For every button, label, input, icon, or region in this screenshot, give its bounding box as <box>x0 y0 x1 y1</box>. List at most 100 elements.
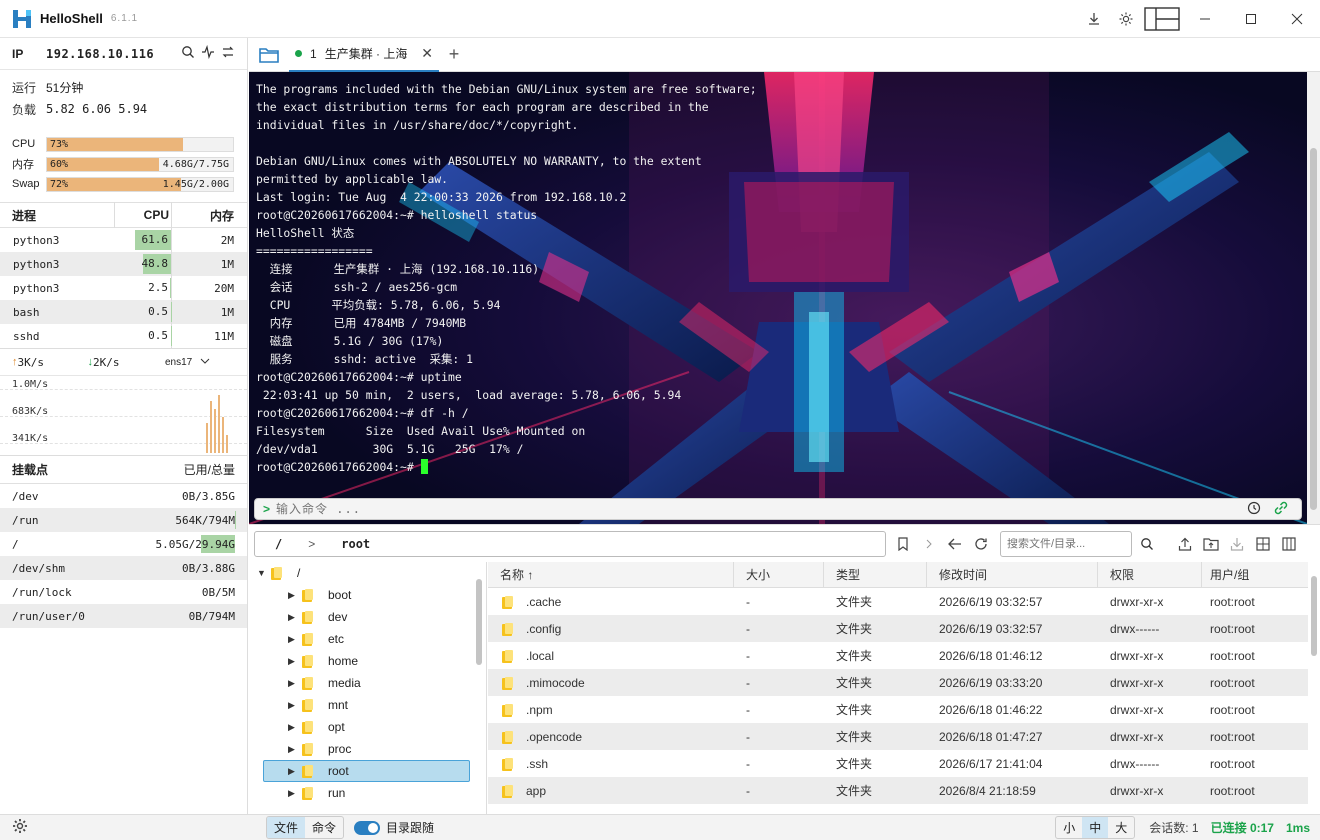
proc-col-mem[interactable]: 内存 <box>172 207 236 224</box>
breadcrumb-current[interactable]: root <box>341 537 370 551</box>
close-window-icon[interactable] <box>1274 0 1320 38</box>
process-row[interactable]: python3 48.8 1M <box>0 252 247 276</box>
col-header-mtime[interactable]: 修改时间 <box>927 562 1098 587</box>
settings-gear-icon[interactable] <box>12 818 28 837</box>
back-arrow-icon[interactable] <box>942 538 968 550</box>
col-header-perm[interactable]: 权限 <box>1098 562 1202 587</box>
dir-follow-toggle[interactable] <box>354 820 381 835</box>
col-header-name[interactable]: 名称 ↑ <box>488 562 734 587</box>
chevron-right-icon[interactable] <box>916 538 942 550</box>
download-icon[interactable] <box>1078 0 1110 38</box>
proc-col-name[interactable]: 进程 <box>0 207 114 224</box>
col-header-size[interactable]: 大小 <box>734 562 824 587</box>
file-row[interactable]: .npm - 文件夹 2026/6/18 01:46:22 drwxr-xr-x… <box>488 696 1308 723</box>
mount-row[interactable]: /dev/shm 0B/3.88G <box>0 556 247 580</box>
tree-item-home[interactable]: ▶ home <box>249 650 486 672</box>
tree-item-proc[interactable]: ▶ proc <box>249 738 486 760</box>
terminal-scrollbar[interactable] <box>1307 72 1320 524</box>
file-row[interactable]: .mimocode - 文件夹 2026/6/19 03:33:20 drwxr… <box>488 669 1308 696</box>
mount-row[interactable]: /dev 0B/3.85G <box>0 484 247 508</box>
process-row[interactable]: python3 61.6 2M <box>0 228 247 252</box>
columns-view-icon[interactable] <box>1276 536 1302 551</box>
tab-session-1[interactable]: 1 生产集群 · 上海 ✕ <box>289 38 439 72</box>
net-scale-mid: 683K/s <box>12 406 49 417</box>
tree-item-root[interactable]: ▶ root <box>263 760 470 782</box>
tree-item-etc[interactable]: ▶ etc <box>249 628 486 650</box>
net-iface[interactable]: ens17 <box>165 357 192 368</box>
tree-item-dev[interactable]: ▶ dev <box>249 606 486 628</box>
mount-row[interactable]: /run 564K/794M <box>0 508 247 532</box>
chevron-down-icon[interactable] <box>200 356 210 368</box>
expand-right-icon[interactable]: ▶ <box>288 590 302 601</box>
command-input[interactable] <box>276 502 1177 516</box>
tab-command-panel[interactable]: 命令 <box>305 817 343 838</box>
refresh-icon[interactable] <box>968 537 994 551</box>
tree-item-media[interactable]: ▶ media <box>249 672 486 694</box>
proc-col-cpu[interactable]: CPU <box>114 202 172 228</box>
history-icon[interactable] <box>1247 501 1261 518</box>
tree-item-opt[interactable]: ▶ opt <box>249 716 486 738</box>
terminal-line: permitted by applicable law. <box>256 172 449 186</box>
folder-icon <box>502 676 514 690</box>
expand-right-icon[interactable]: ▶ <box>288 788 302 799</box>
tab-file-panel[interactable]: 文件 <box>267 817 306 838</box>
bookmark-icon[interactable] <box>890 536 916 551</box>
close-tab-icon[interactable]: ✕ <box>421 45 433 62</box>
ip-value[interactable]: 192.168.10.116 <box>46 47 154 61</box>
expand-right-icon[interactable]: ▶ <box>288 678 302 689</box>
uptime-row: 运行 51分钟 <box>0 76 247 98</box>
download-icon[interactable] <box>1224 537 1250 551</box>
expand-right-icon[interactable]: ▶ <box>288 722 302 733</box>
maximize-icon[interactable] <box>1228 0 1274 38</box>
tree-item-mnt[interactable]: ▶ mnt <box>249 694 486 716</box>
size-small-button[interactable]: 小 <box>1056 817 1082 838</box>
swap-arrows-icon[interactable] <box>221 45 235 62</box>
tree-scrollbar[interactable] <box>474 565 484 810</box>
link-icon[interactable] <box>1273 500 1289 519</box>
file-row[interactable]: .local - 文件夹 2026/6/18 01:46:12 drwxr-xr… <box>488 642 1308 669</box>
theme-sun-icon[interactable] <box>1110 0 1142 38</box>
expand-right-icon[interactable]: ▶ <box>288 656 302 667</box>
file-row[interactable]: app - 文件夹 2026/8/4 21:18:59 drwxr-xr-x r… <box>488 777 1308 804</box>
expand-right-icon[interactable]: ▶ <box>288 612 302 623</box>
size-large-button[interactable]: 大 <box>1108 817 1134 838</box>
search-icon[interactable] <box>181 45 195 62</box>
mount-row[interactable]: / 5.05G/29.94G <box>0 532 247 556</box>
process-row[interactable]: sshd 0.5 11M <box>0 324 247 348</box>
expand-right-icon[interactable]: ▶ <box>288 766 302 777</box>
expand-right-icon[interactable]: ▶ <box>288 744 302 755</box>
net-scale-low: 341K/s <box>12 433 49 444</box>
expand-right-icon[interactable]: ▶ <box>288 700 302 711</box>
file-row[interactable]: .cache - 文件夹 2026/6/19 03:32:57 drwxr-xr… <box>488 588 1308 615</box>
grid-view-icon[interactable] <box>1250 536 1276 551</box>
col-header-type[interactable]: 类型 <box>824 562 927 587</box>
cpu-usage-bar: 73% <box>46 136 234 152</box>
add-tab-button[interactable]: + <box>439 44 469 65</box>
expand-right-icon[interactable]: ▶ <box>288 634 302 645</box>
tree-root-node[interactable]: ▼ / <box>249 562 486 584</box>
breadcrumb[interactable]: / > root <box>254 530 886 557</box>
minimize-icon[interactable] <box>1182 0 1228 38</box>
upload-folder-icon[interactable] <box>1198 537 1224 551</box>
activity-icon[interactable] <box>201 44 215 62</box>
expand-down-icon[interactable]: ▼ <box>257 568 271 578</box>
col-header-owner[interactable]: 用户/组 <box>1202 562 1308 587</box>
process-row[interactable]: bash 0.5 1M <box>0 300 247 324</box>
file-row[interactable]: .ssh - 文件夹 2026/6/17 21:41:04 drwx------… <box>488 750 1308 777</box>
layout-toggle-icon[interactable] <box>1142 0 1182 38</box>
breadcrumb-root[interactable]: / <box>275 537 282 551</box>
process-row[interactable]: python3 2.5 20M <box>0 276 247 300</box>
search-icon[interactable] <box>1134 537 1160 551</box>
folder-icon[interactable] <box>249 38 289 72</box>
file-row[interactable]: .config - 文件夹 2026/6/19 03:32:57 drwx---… <box>488 615 1308 642</box>
mount-row[interactable]: /run/lock 0B/5M <box>0 580 247 604</box>
mount-row[interactable]: /run/user/0 0B/794M <box>0 604 247 628</box>
file-list-scrollbar[interactable] <box>1308 562 1320 814</box>
upload-icon[interactable] <box>1172 537 1198 551</box>
size-mid-button[interactable]: 中 <box>1082 817 1109 838</box>
tree-item-boot[interactable]: ▶ boot <box>249 584 486 606</box>
file-search-input[interactable] <box>1007 537 1127 550</box>
file-row[interactable]: .opencode - 文件夹 2026/6/18 01:47:27 drwxr… <box>488 723 1308 750</box>
tree-item-run[interactable]: ▶ run <box>249 782 486 804</box>
terminal-panel[interactable]: The programs included with the Debian GN… <box>249 72 1307 524</box>
